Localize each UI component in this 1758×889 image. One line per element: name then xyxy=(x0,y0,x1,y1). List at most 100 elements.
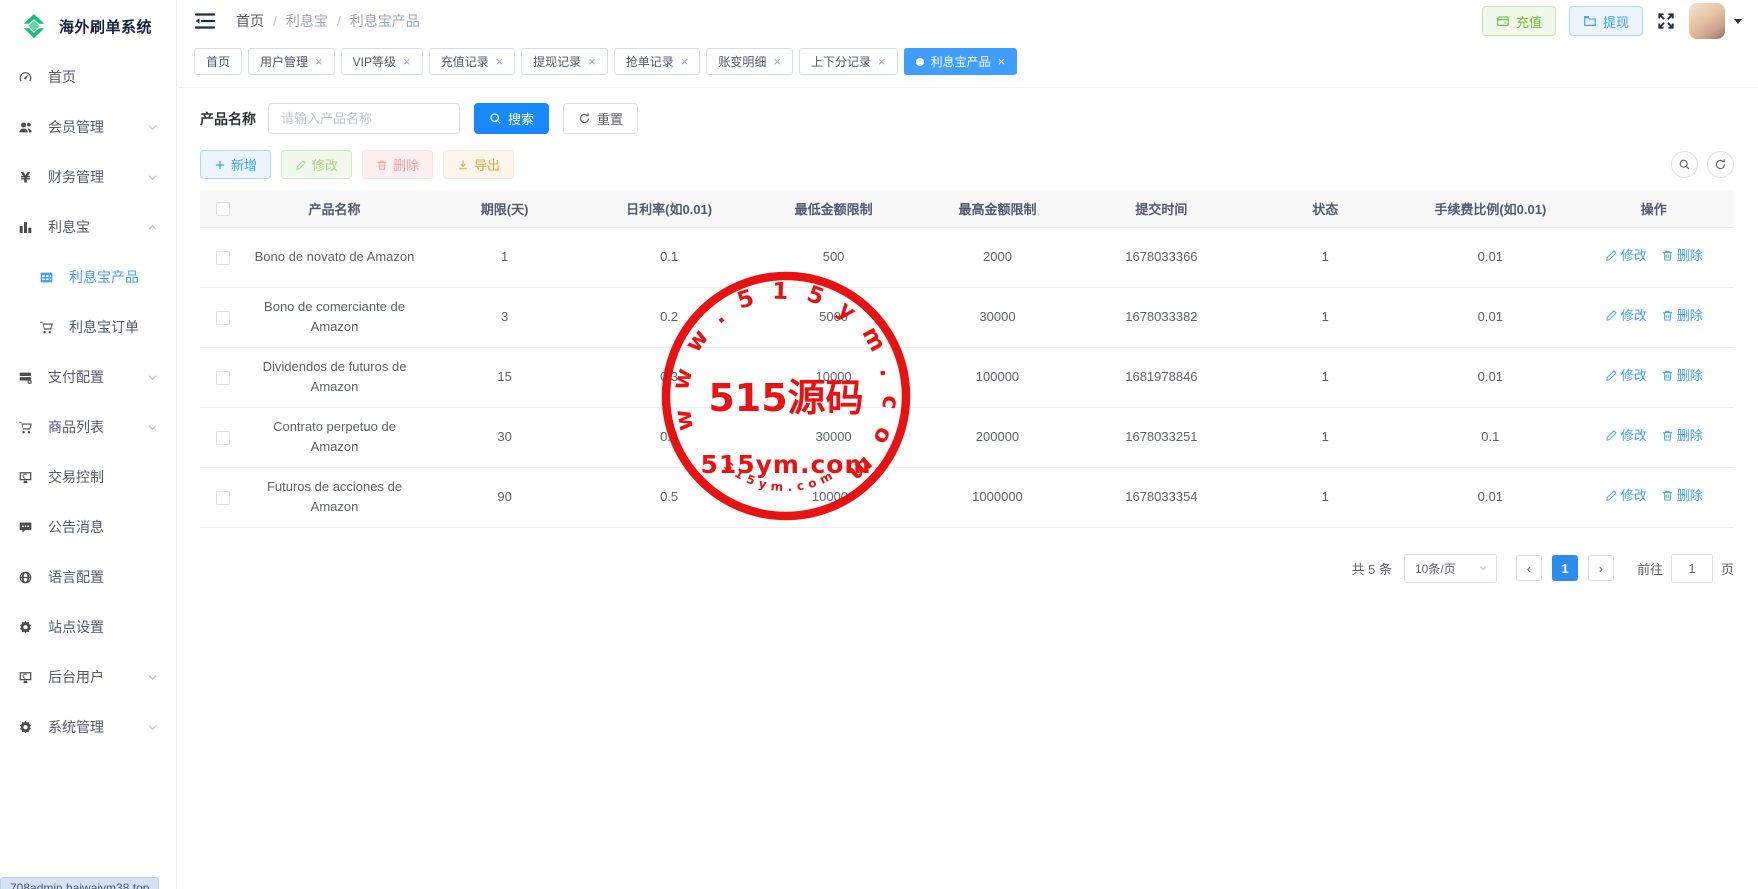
row-edit-link[interactable]: 修改 xyxy=(1605,306,1647,326)
tab-close-icon[interactable]: × xyxy=(496,55,504,68)
search-label: 搜索 xyxy=(508,109,534,128)
tab-提现记录[interactable]: 提现记录× xyxy=(521,48,608,75)
tab-close-icon[interactable]: × xyxy=(878,55,886,68)
sidebar-item-interest-orders[interactable]: 利息宝订单 xyxy=(0,302,176,352)
sidebar-item-language-config[interactable]: 语言配置 xyxy=(0,552,176,602)
avatar[interactable] xyxy=(1689,3,1725,39)
status-link-tooltip: 708admin.haiwaiym38.top xyxy=(0,877,159,889)
row-checkbox[interactable] xyxy=(216,431,230,445)
reset-button[interactable]: 重置 xyxy=(563,103,638,134)
cell-time: 1678033251 xyxy=(1079,407,1243,467)
filter-row: 产品名称 搜索 重置 xyxy=(200,103,1734,134)
sidebar-item-payment-config[interactable]: 支付配置 xyxy=(0,352,176,402)
sidebar-item-members[interactable]: 会员管理 xyxy=(0,102,176,152)
row-checkbox[interactable] xyxy=(216,371,230,385)
menu-collapse-icon[interactable] xyxy=(194,12,216,30)
sidebar-item-trade-control[interactable]: 交易控制 xyxy=(0,452,176,502)
withdraw-button[interactable]: 提现 xyxy=(1569,6,1643,36)
sidebar-item-label: 语言配置 xyxy=(48,567,104,587)
table-search-icon[interactable] xyxy=(1671,151,1698,178)
add-button[interactable]: 新增 xyxy=(200,150,271,179)
row-edit-link[interactable]: 修改 xyxy=(1605,486,1647,506)
sidebar-item-system[interactable]: 系统管理 xyxy=(0,702,176,752)
breadcrumb: 首页/利息宝/利息宝产品 xyxy=(236,11,420,31)
sidebar-item-interest[interactable]: 利息宝 xyxy=(0,202,176,252)
sidebar-item-interest-products[interactable]: 利息宝产品 xyxy=(0,252,176,302)
tab-close-icon[interactable]: × xyxy=(998,55,1006,68)
table-tools xyxy=(1671,151,1734,178)
breadcrumb-item[interactable]: 利息宝 xyxy=(286,11,328,31)
search-button[interactable]: 搜索 xyxy=(474,103,549,134)
cell-actions: 修改删除 xyxy=(1573,347,1734,407)
tab-VIP等级[interactable]: VIP等级× xyxy=(341,48,423,75)
prev-page-button[interactable]: ‹ xyxy=(1516,555,1542,581)
tab-close-icon[interactable]: × xyxy=(403,55,411,68)
tab-充值记录[interactable]: 充值记录× xyxy=(429,48,516,75)
table-icon xyxy=(39,269,55,285)
cell-days: 1 xyxy=(423,227,587,287)
sidebar-item-site-settings[interactable]: 站点设置 xyxy=(0,602,176,652)
cell-time: 1678033354 xyxy=(1079,467,1243,527)
sidebar-item-finance[interactable]: ¥财务管理 xyxy=(0,152,176,202)
row-edit-link[interactable]: 修改 xyxy=(1605,426,1647,446)
row-checkbox[interactable] xyxy=(216,311,230,325)
tab-close-icon[interactable]: × xyxy=(315,55,323,68)
fullscreen-icon[interactable] xyxy=(1656,11,1676,31)
row-checkbox[interactable] xyxy=(216,491,230,505)
breadcrumb-item[interactable]: 利息宝产品 xyxy=(350,11,420,31)
breadcrumb-item[interactable]: 首页 xyxy=(236,11,264,31)
tab-close-icon[interactable]: × xyxy=(773,55,781,68)
tab-首页[interactable]: 首页 xyxy=(194,48,242,75)
row-delete-link[interactable]: 删除 xyxy=(1661,306,1703,326)
export-label: 导出 xyxy=(474,155,500,174)
refresh-icon xyxy=(578,112,591,125)
trash-icon xyxy=(1661,429,1674,442)
sidebar-item-product-list[interactable]: 商品列表 xyxy=(0,402,176,452)
products-table: 产品名称期限(天)日利率(如0.01)最低金额限制最高金额限制提交时间状态手续费… xyxy=(200,190,1734,528)
tab-close-icon[interactable]: × xyxy=(681,55,689,68)
pencil-icon xyxy=(1605,369,1618,382)
tab-用户管理[interactable]: 用户管理 × xyxy=(248,48,335,75)
row-edit-link[interactable]: 修改 xyxy=(1605,246,1647,266)
table-row: Dividendos de futuros de Amazon150.31000… xyxy=(200,347,1734,407)
tab-label: 账变明细 xyxy=(718,53,766,70)
page-size-select[interactable]: 10条/页 xyxy=(1404,554,1497,583)
table-refresh-icon[interactable] xyxy=(1707,151,1734,178)
row-delete-link[interactable]: 删除 xyxy=(1661,246,1703,266)
sidebar-item-announcements[interactable]: 公告消息 xyxy=(0,502,176,552)
row-delete-link[interactable]: 删除 xyxy=(1661,366,1703,386)
sidebar-item-admin-users[interactable]: 后台用户 xyxy=(0,652,176,702)
sidebar-item-home[interactable]: 首页 xyxy=(0,52,176,102)
delete-button[interactable]: 删除 xyxy=(362,150,433,179)
recharge-button[interactable]: 充值 xyxy=(1482,6,1556,36)
cell-max: 200000 xyxy=(916,407,1080,467)
cell-status: 1 xyxy=(1243,287,1407,347)
tab-label: 用户管理 xyxy=(260,53,308,70)
app-title: 海外刷单系统 xyxy=(59,16,152,37)
message-icon xyxy=(18,519,34,535)
sidebar-item-label: 利息宝产品 xyxy=(69,267,139,287)
export-button[interactable]: 导出 xyxy=(443,150,514,179)
column-header: 最高金额限制 xyxy=(916,190,1080,227)
row-delete-link[interactable]: 删除 xyxy=(1661,486,1703,506)
tab-label: 上下分记录 xyxy=(811,53,871,70)
row-checkbox[interactable] xyxy=(216,251,230,265)
tab-账变明细[interactable]: 账变明细 × xyxy=(706,48,793,75)
tab-close-icon[interactable]: × xyxy=(588,55,596,68)
sidebar-item-label: 站点设置 xyxy=(48,617,104,637)
withdraw-label: 提现 xyxy=(1603,12,1629,31)
select-all-checkbox[interactable] xyxy=(216,202,230,216)
next-page-button[interactable]: › xyxy=(1588,555,1614,581)
tab-利息宝产品[interactable]: 利息宝产品× xyxy=(904,48,1018,75)
pagination-total: 共 5 条 xyxy=(1352,559,1392,578)
tab-抢单记录[interactable]: 抢单记录× xyxy=(614,48,701,75)
tab-上下分记录[interactable]: 上下分记录 × xyxy=(799,48,898,75)
edit-button[interactable]: 修改 xyxy=(281,150,352,179)
row-edit-link[interactable]: 修改 xyxy=(1605,366,1647,386)
goto-page-input[interactable] xyxy=(1671,554,1713,583)
topbar-right: 充值 提现 xyxy=(1482,3,1742,39)
page-1-button[interactable]: 1 xyxy=(1552,555,1578,581)
caret-down-icon[interactable] xyxy=(1734,19,1742,24)
product-name-input[interactable] xyxy=(268,103,460,134)
row-delete-link[interactable]: 删除 xyxy=(1661,426,1703,446)
